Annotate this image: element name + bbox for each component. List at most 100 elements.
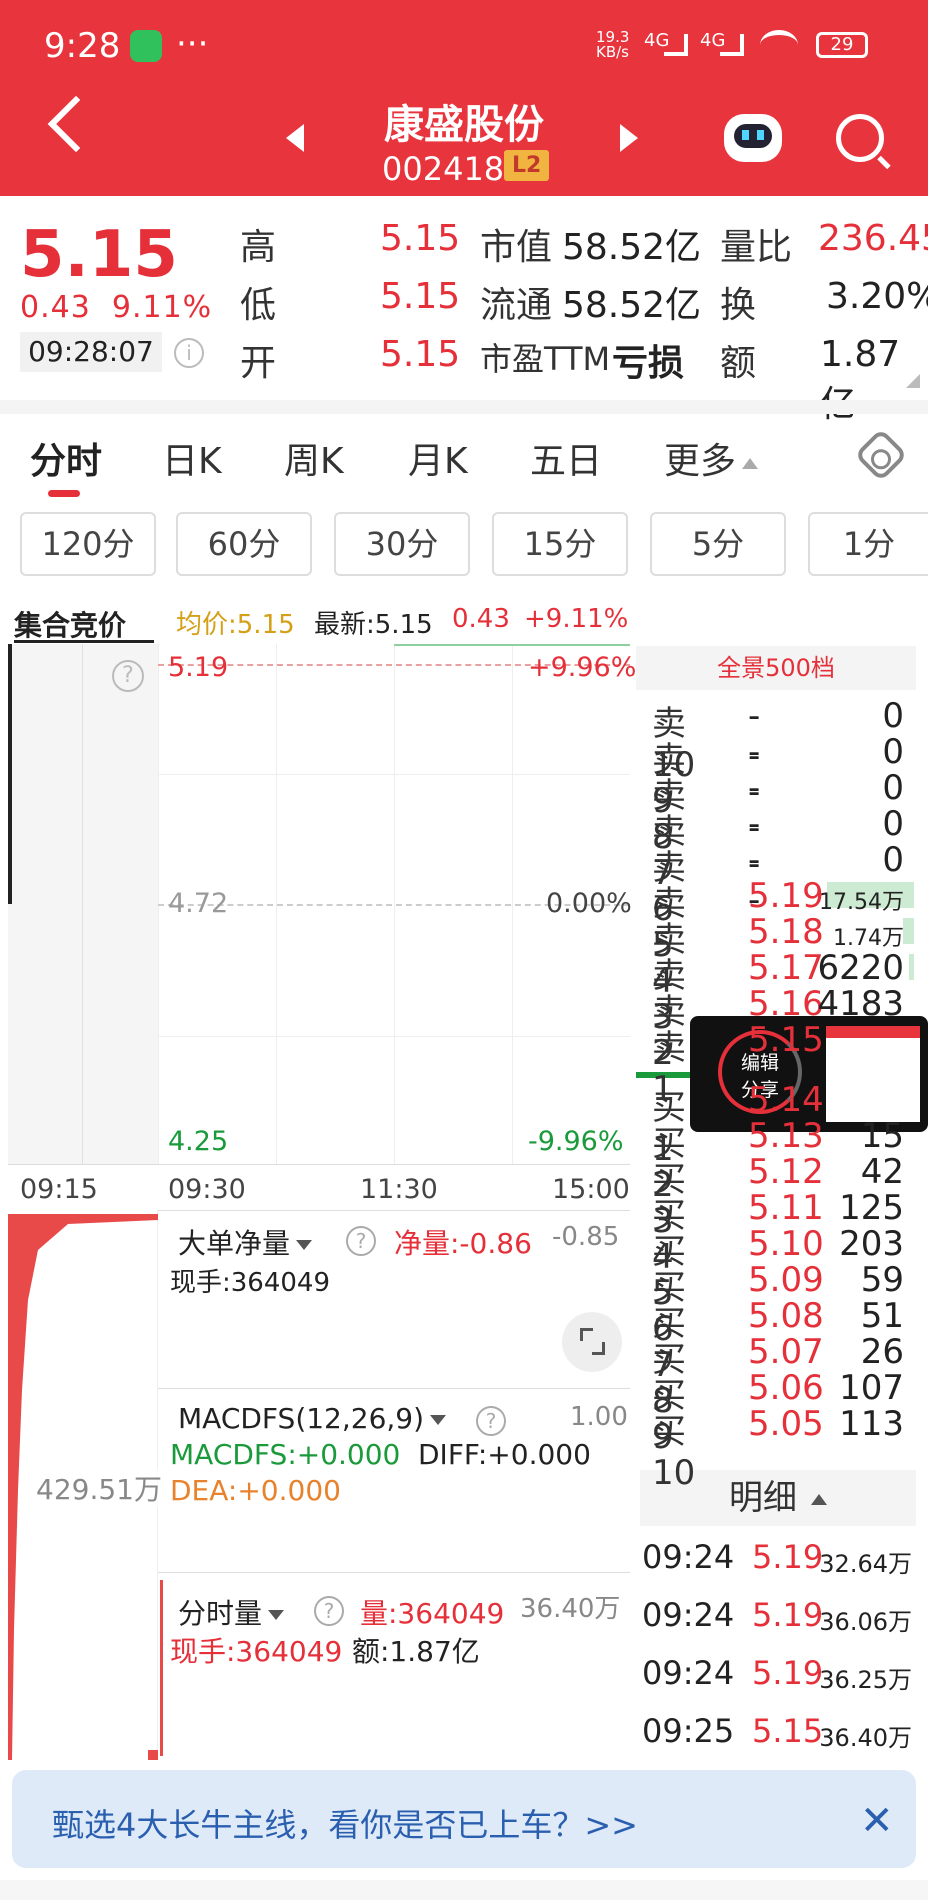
quote-time: 09:28:07 bbox=[20, 332, 162, 372]
minute-volume-name: 分时量 bbox=[178, 1597, 263, 1630]
y-bot-pct: -9.96% bbox=[528, 1126, 624, 1157]
detail-row: 09:24 5.19 32.64万 bbox=[640, 1538, 916, 1578]
mcap-label: 市值 bbox=[480, 227, 553, 268]
minute-volume-selector[interactable]: 分时量 bbox=[178, 1592, 285, 1632]
expand-corner-icon[interactable] bbox=[906, 374, 920, 388]
detail-row: 09:24 5.19 36.06万 bbox=[640, 1596, 916, 1636]
bottom-bar bbox=[0, 1880, 928, 1900]
help-icon[interactable]: ? bbox=[346, 1226, 376, 1256]
high-value: 5.15 bbox=[380, 218, 461, 259]
next-stock-icon[interactable] bbox=[620, 124, 638, 152]
detail-price: 5.15 bbox=[752, 1712, 824, 1750]
period-60[interactable]: 60分 bbox=[176, 512, 312, 576]
depth-bar bbox=[909, 954, 914, 980]
tab-five-day[interactable]: 五日 bbox=[530, 432, 602, 484]
tab-more[interactable]: 更多 bbox=[664, 432, 759, 484]
help-icon[interactable]: ? bbox=[476, 1406, 506, 1436]
wifi-icon bbox=[760, 30, 798, 60]
minute-volume-value: 量:364049 bbox=[360, 1597, 505, 1630]
detail-time: 09:25 bbox=[642, 1712, 735, 1750]
price-line bbox=[394, 644, 630, 646]
change-percent: 9.11% bbox=[111, 290, 213, 325]
more-caret-icon bbox=[742, 457, 759, 469]
detail-row: 09:24 5.19 36.25万 bbox=[640, 1654, 916, 1694]
sell-vol: 0 bbox=[882, 804, 904, 844]
screenshot-thumbnail[interactable] bbox=[826, 1026, 920, 1122]
stock-name: 康盛股份 bbox=[384, 102, 544, 148]
macd-selector[interactable]: MACDFS(12,26,9) bbox=[178, 1402, 447, 1435]
period-1[interactable]: 1分 bbox=[808, 512, 928, 576]
auction-gridline bbox=[82, 644, 83, 1164]
detail-time: 09:24 bbox=[642, 1538, 735, 1576]
sell-vol: 6220 bbox=[817, 948, 904, 988]
auction-axis-line bbox=[8, 644, 12, 904]
sell-vol: 0 bbox=[882, 732, 904, 772]
l2-badge: L2 bbox=[504, 150, 550, 181]
big-order-axis: -0.85 bbox=[552, 1222, 620, 1252]
y-mid-price: 4.72 bbox=[168, 888, 229, 919]
sell-vol: 4183 bbox=[817, 984, 904, 1024]
auction-volume-label: 429.51万 bbox=[36, 1468, 162, 1508]
auction-label[interactable]: 集合竞价 bbox=[14, 604, 126, 644]
fullscreen-icon[interactable] bbox=[562, 1312, 622, 1372]
tab-more-label: 更多 bbox=[664, 441, 737, 482]
auction-underline bbox=[14, 640, 154, 643]
close-icon[interactable]: ✕ bbox=[860, 1798, 894, 1844]
promo-banner[interactable]: 甄选4大长牛主线，看你是否已上车？>> ✕ bbox=[12, 1770, 916, 1868]
high-label: 高 bbox=[240, 227, 277, 268]
active-tab-indicator bbox=[48, 490, 80, 497]
order-book-title[interactable]: 全景500档 bbox=[636, 646, 916, 690]
detail-time: 09:24 bbox=[642, 1596, 735, 1634]
buy-vol: 203 bbox=[839, 1224, 904, 1264]
buy-vol: 26 bbox=[860, 1332, 904, 1372]
low-label: 低 bbox=[240, 285, 277, 326]
sell-vol: 0 bbox=[882, 768, 904, 808]
x-label-1130: 11:30 bbox=[360, 1174, 438, 1205]
period-5[interactable]: 5分 bbox=[650, 512, 786, 576]
minute-volume-hand: 现手:364049 bbox=[170, 1635, 343, 1668]
macd-dea: DEA:+0.000 bbox=[170, 1474, 341, 1507]
turnover-label: 换 bbox=[720, 285, 757, 326]
header-change: 0.43 bbox=[452, 604, 510, 634]
big-order-selector[interactable]: 大单净量 bbox=[178, 1222, 313, 1262]
signal-bars-icon-1 bbox=[664, 34, 688, 56]
status-time: 9:28 bbox=[44, 26, 121, 66]
big-order-net: 净量:-0.86 bbox=[394, 1227, 532, 1260]
tab-weekly-k[interactable]: 周K bbox=[284, 432, 344, 484]
period-30[interactable]: 30分 bbox=[334, 512, 470, 576]
x-label-1500: 15:00 bbox=[552, 1174, 630, 1205]
info-icon[interactable]: i bbox=[174, 338, 204, 368]
banner-text[interactable]: 甄选4大长牛主线，看你是否已上车？>> bbox=[52, 1800, 638, 1846]
minute-volume-amount: 额:1.87亿 bbox=[352, 1635, 480, 1668]
tab-daily-k[interactable]: 日K bbox=[162, 432, 222, 484]
turnover-value: 3.20% bbox=[826, 276, 928, 317]
robot-assistant-icon[interactable] bbox=[724, 114, 782, 162]
mcap-value: 58.52亿 bbox=[562, 227, 702, 268]
sell-vol: 0 bbox=[882, 696, 904, 736]
signal-bars-icon-2 bbox=[720, 34, 744, 56]
help-icon[interactable]: ? bbox=[314, 1596, 344, 1626]
period-15[interactable]: 15分 bbox=[492, 512, 628, 576]
y-top-price: 5.19 bbox=[168, 652, 229, 683]
macd-diff: DIFF:+0.000 bbox=[418, 1438, 591, 1471]
float-label: 流通 bbox=[480, 285, 553, 326]
current-price: 5.15 bbox=[20, 218, 178, 292]
detail-time: 09:24 bbox=[642, 1654, 735, 1692]
help-icon[interactable]: ? bbox=[112, 660, 144, 692]
macd-axis: 1.00 bbox=[570, 1402, 628, 1432]
low-value: 5.15 bbox=[380, 276, 461, 317]
tab-fenshi[interactable]: 分时 bbox=[30, 432, 102, 484]
x-label-0930: 09:30 bbox=[168, 1174, 246, 1205]
open-label: 开 bbox=[240, 343, 277, 384]
period-120[interactable]: 120分 bbox=[20, 512, 156, 576]
search-icon[interactable] bbox=[836, 114, 884, 162]
dropdown-icon bbox=[430, 1415, 447, 1425]
pe-value: 亏损 bbox=[612, 343, 685, 384]
avg-price: 均价:5.15 bbox=[176, 610, 295, 640]
auction-panel bbox=[8, 644, 158, 1164]
gridline-h bbox=[158, 1036, 630, 1037]
tab-monthly-k[interactable]: 月K bbox=[408, 432, 468, 484]
status-more: ··· bbox=[176, 24, 209, 64]
settings-hex-icon[interactable] bbox=[854, 428, 908, 482]
battery-icon: 29 bbox=[816, 32, 868, 58]
